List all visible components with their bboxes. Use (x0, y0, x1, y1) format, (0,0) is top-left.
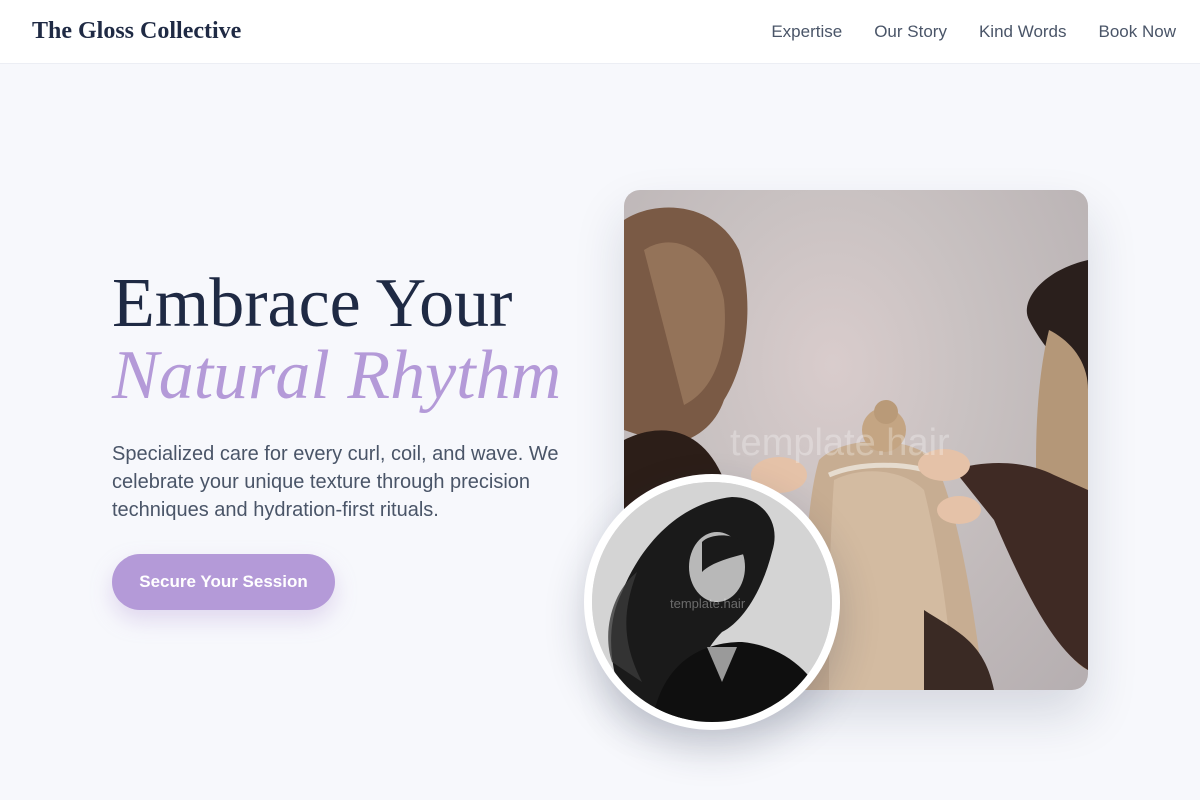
main-nav: Expertise Our Story Kind Words Book Now (771, 22, 1176, 42)
nav-link-kind-words[interactable]: Kind Words (979, 22, 1067, 42)
secure-session-button[interactable]: Secure Your Session (112, 554, 335, 610)
headline-line-1: Embrace Your (112, 265, 513, 342)
hero-text: Embrace Your Natural Rhythm Specialized … (112, 268, 592, 524)
hero-headline: Embrace Your Natural Rhythm (112, 268, 592, 412)
hero-round-photo: template.hair (584, 474, 840, 730)
nav-link-book-now[interactable]: Book Now (1099, 22, 1176, 42)
nav-link-expertise[interactable]: Expertise (771, 22, 842, 42)
brand-logo[interactable]: The Gloss Collective (32, 18, 241, 45)
round-photo-image: template.hair (592, 482, 832, 722)
hero-description: Specialized care for every curl, coil, a… (112, 443, 559, 521)
main-photo-watermark: template.hair (730, 422, 950, 464)
headline-line-2: Natural Rhythm (112, 337, 562, 414)
nav-link-our-story[interactable]: Our Story (874, 22, 947, 42)
round-photo-watermark: template.hair (670, 596, 746, 611)
site-header: The Gloss Collective Expertise Our Story… (0, 0, 1200, 64)
